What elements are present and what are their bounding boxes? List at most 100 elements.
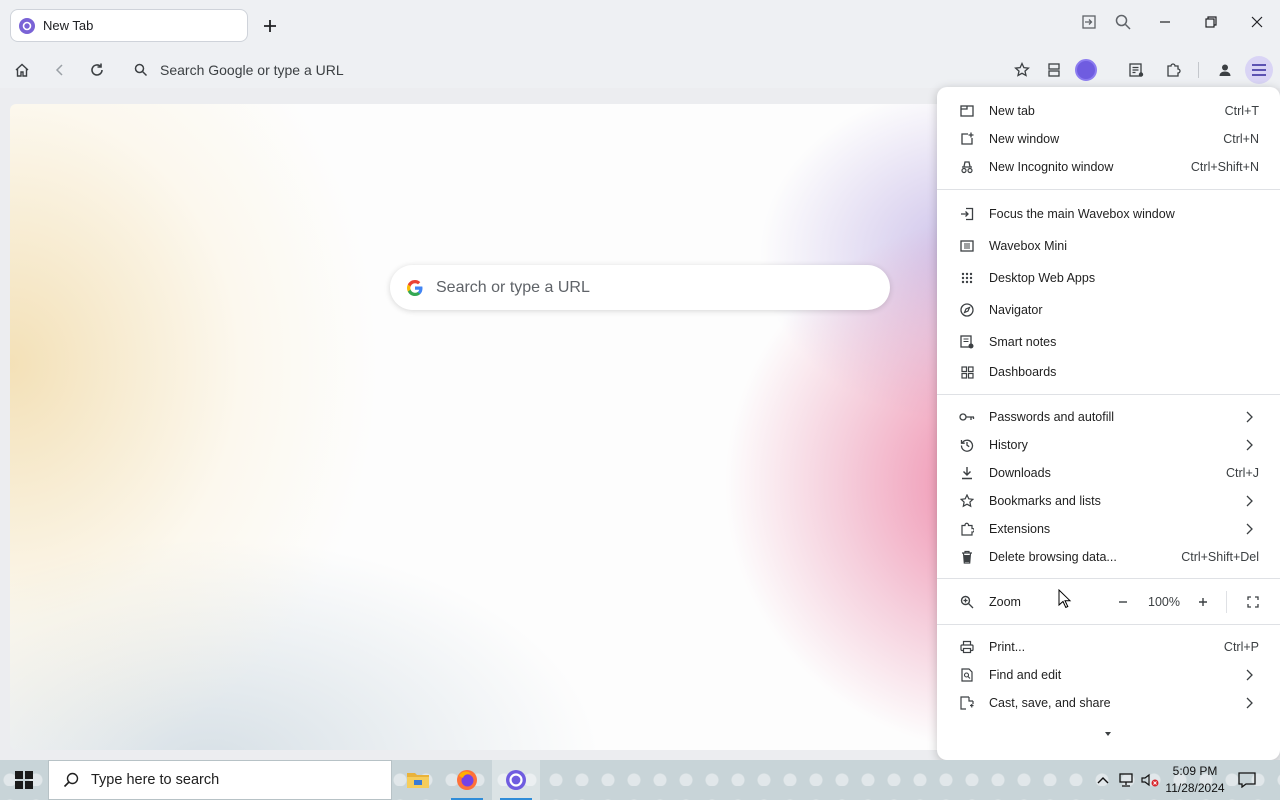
hamburger-icon: [1252, 64, 1266, 76]
wavebox-avatar-icon: [1075, 59, 1097, 81]
wavebox-icon: [506, 770, 526, 790]
start-button[interactable]: [0, 760, 48, 800]
ntp-search-box[interactable]: Search or type a URL: [390, 265, 890, 310]
zoom-in-button[interactable]: [1189, 588, 1217, 616]
menu-item-desktop-web-apps[interactable]: Desktop Web Apps: [937, 264, 1280, 292]
wavebox-favicon-icon: [19, 17, 35, 34]
menu-item-shortcut: Ctrl+Shift+Del: [1181, 550, 1259, 564]
menu-item-label: Navigator: [989, 303, 1043, 317]
notification-icon: [1238, 772, 1256, 788]
menu-item-dashboards[interactable]: Dashboards: [937, 358, 1280, 386]
tray-network[interactable]: [1116, 760, 1136, 800]
main-menu-button[interactable]: [1245, 56, 1273, 84]
menu-item-shortcut: Ctrl+J: [1226, 466, 1259, 480]
taskbar-search-box[interactable]: Type here to search: [48, 760, 392, 800]
menu-item-extensions[interactable]: Extensions: [937, 515, 1280, 543]
menu-item-label: New tab: [989, 104, 1035, 118]
incognito-icon: [958, 158, 976, 176]
main-menu: New tab Ctrl+T New window Ctrl+N New Inc…: [937, 87, 1280, 760]
minimize-icon: [1160, 21, 1170, 23]
print-icon: [958, 638, 976, 656]
menu-item-new-tab[interactable]: New tab Ctrl+T: [937, 97, 1280, 125]
tab-title: New Tab: [43, 18, 94, 33]
menu-item-print[interactable]: Print... Ctrl+P: [937, 633, 1280, 661]
minus-icon: [1119, 601, 1127, 603]
taskbar-firefox[interactable]: [443, 760, 491, 800]
more-items-caret-icon[interactable]: [1103, 730, 1113, 738]
back-button[interactable]: [46, 56, 74, 84]
notifications-button[interactable]: [1236, 760, 1258, 800]
home-button[interactable]: [8, 56, 36, 84]
menu-item-label: Cast, save, and share: [989, 696, 1111, 710]
person-icon: [1219, 64, 1231, 76]
mouse-cursor-icon: [1058, 589, 1072, 609]
fullscreen-icon: [1247, 596, 1259, 608]
history-icon: [958, 436, 976, 454]
menu-item-smart-notes[interactable]: Smart notes: [937, 328, 1280, 356]
menu-item-find-edit[interactable]: Find and edit: [937, 661, 1280, 689]
menu-item-bookmarks-lists[interactable]: Bookmarks and lists: [937, 487, 1280, 515]
bookmark-star-button[interactable]: [1008, 56, 1036, 84]
menu-item-passwords-autofill[interactable]: Passwords and autofill: [937, 403, 1280, 431]
chevron-right-icon: [1246, 522, 1256, 536]
reading-list-button[interactable]: [1122, 56, 1150, 84]
trash-icon: [958, 548, 976, 566]
fullscreen-button[interactable]: [1239, 588, 1267, 616]
menu-item-label: Downloads: [989, 466, 1051, 480]
ntp-search-placeholder: Search or type a URL: [436, 278, 590, 296]
menu-item-label: Extensions: [989, 522, 1051, 536]
clock-date: 11/28/2024: [1165, 781, 1225, 795]
chevron-right-icon: [1246, 438, 1256, 452]
menu-item-downloads[interactable]: Downloads Ctrl+J: [937, 459, 1280, 487]
menu-item-cast-save-share[interactable]: Cast, save, and share: [937, 689, 1280, 717]
chevron-right-icon: [1246, 696, 1256, 710]
menu-item-label: History: [989, 438, 1028, 452]
back-arrow-icon: [55, 64, 63, 76]
search-icon: [1115, 14, 1131, 30]
close-button[interactable]: [1243, 10, 1271, 34]
menu-item-shortcut: Ctrl+T: [1224, 104, 1259, 118]
tab-new-tab[interactable]: New Tab: [10, 9, 248, 42]
extensions-button[interactable]: [1159, 56, 1187, 84]
star-icon: [1014, 62, 1030, 77]
menu-item-label: Desktop Web Apps: [989, 271, 1096, 285]
find-icon: [958, 666, 976, 684]
menu-item-focus-main-window[interactable]: Focus the main Wavebox window: [937, 200, 1280, 228]
search-tabs-button[interactable]: [1109, 10, 1137, 34]
menu-item-navigator[interactable]: Navigator: [937, 296, 1280, 324]
profile-button[interactable]: [1211, 56, 1239, 84]
zoom-out-button[interactable]: [1109, 588, 1137, 616]
menu-item-history[interactable]: History: [937, 431, 1280, 459]
tab-search-button[interactable]: [1075, 10, 1103, 34]
menu-separator: [937, 189, 1280, 190]
network-icon: [1119, 773, 1133, 787]
firefox-icon: [457, 770, 477, 790]
menu-separator: [937, 394, 1280, 395]
menu-item-wavebox-mini[interactable]: Wavebox Mini: [937, 232, 1280, 260]
taskbar-clock[interactable]: 5:09 PM 11/28/2024: [1160, 763, 1230, 797]
taskbar-file-explorer[interactable]: [394, 760, 442, 800]
new-tab-page: Search or type a URL: [10, 104, 1010, 750]
wavebox-profile-button[interactable]: [1072, 56, 1100, 84]
key-icon: [958, 408, 976, 426]
reload-button[interactable]: [83, 56, 111, 84]
taskbar-wavebox[interactable]: [492, 760, 540, 800]
menu-item-label: Bookmarks and lists: [989, 494, 1101, 508]
tray-overflow-button[interactable]: [1094, 760, 1112, 800]
chevron-up-icon: [1097, 777, 1109, 784]
tray-volume[interactable]: [1140, 760, 1162, 800]
restore-button[interactable]: [1197, 10, 1225, 34]
minimize-button[interactable]: [1151, 10, 1179, 34]
tab-strip-button[interactable]: [1040, 56, 1068, 84]
zoom-icon: [958, 593, 976, 611]
menu-item-delete-browsing-data[interactable]: Delete browsing data... Ctrl+Shift+Del: [937, 543, 1280, 571]
omnibox[interactable]: Search Google or type a URL: [126, 54, 1006, 86]
new-tab-button[interactable]: [258, 14, 282, 38]
download-icon: [958, 464, 976, 482]
toolbar: Search Google or type a URL: [0, 52, 1280, 88]
chevron-right-icon: [1246, 410, 1256, 424]
plus-icon: [264, 20, 276, 32]
menu-item-new-incognito-window[interactable]: New Incognito window Ctrl+Shift+N: [937, 153, 1280, 181]
menu-item-new-window[interactable]: New window Ctrl+N: [937, 125, 1280, 153]
puzzle-icon: [1167, 63, 1181, 77]
